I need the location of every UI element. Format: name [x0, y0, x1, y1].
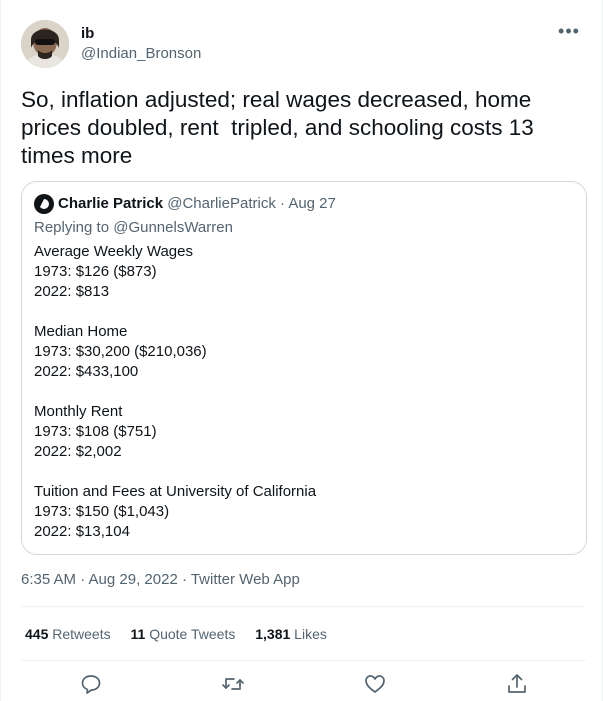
user-handle[interactable]: @Indian_Bronson — [81, 44, 201, 64]
likes-label: Likes — [294, 626, 327, 642]
divider-top — [21, 606, 586, 607]
quoted-tweet-text: Average Weekly Wages 1973: $126 ($873) 2… — [34, 243, 317, 540]
quoted-tweet-header: Charlie Patrick @CharliePatrick · Aug 27 — [34, 194, 336, 214]
quoted-tweet[interactable]: Charlie Patrick @CharliePatrick · Aug 27… — [21, 181, 587, 555]
tweet-header: ib @Indian_Bronson ••• — [21, 20, 588, 68]
divider-bottom — [21, 660, 586, 661]
likes-stat[interactable]: 1,381 Likes — [255, 624, 327, 644]
quote-tweets-stat[interactable]: 11 Quote Tweets — [131, 624, 236, 644]
likes-count: 1,381 — [255, 626, 291, 642]
retweet-icon[interactable] — [221, 672, 245, 696]
more-options-icon[interactable]: ••• — [556, 22, 582, 44]
avatar-photo-icon — [21, 20, 69, 68]
retweets-label: Retweets — [52, 626, 111, 642]
replying-to: Replying to @GunnelsWarren — [34, 218, 233, 238]
tweet-timestamp[interactable]: 6:35 AM · Aug 29, 2022 · Twitter Web App — [21, 570, 300, 590]
share-icon[interactable] — [505, 672, 529, 696]
quote-tweets-label: Quote Tweets — [149, 626, 236, 642]
avatar[interactable] — [21, 20, 69, 68]
tweet: ib @Indian_Bronson ••• So, inflation adj… — [0, 0, 603, 701]
user-info[interactable]: ib @Indian_Bronson — [81, 24, 201, 64]
quoted-display-name: Charlie Patrick — [58, 195, 164, 212]
quote-tweets-count: 11 — [130, 626, 146, 642]
replying-to-handle[interactable]: @GunnelsWarren — [113, 219, 233, 236]
engagement-stats: 445 Retweets 11 Quote Tweets 1,381 Likes — [25, 624, 343, 644]
display-name[interactable]: ib — [81, 24, 201, 44]
retweets-stat[interactable]: 445 Retweets — [25, 624, 111, 644]
quoted-handle-date: @CharliePatrick · Aug 27 — [167, 195, 336, 212]
like-icon[interactable] — [363, 672, 387, 696]
tweet-text: So, inflation adjusted; real wages decre… — [21, 87, 541, 168]
quoted-avatar-icon — [34, 194, 54, 214]
reply-icon[interactable] — [79, 672, 103, 696]
tweet-actions — [21, 670, 586, 698]
replying-prefix: Replying to — [34, 219, 110, 236]
retweets-count: 445 — [25, 626, 49, 642]
